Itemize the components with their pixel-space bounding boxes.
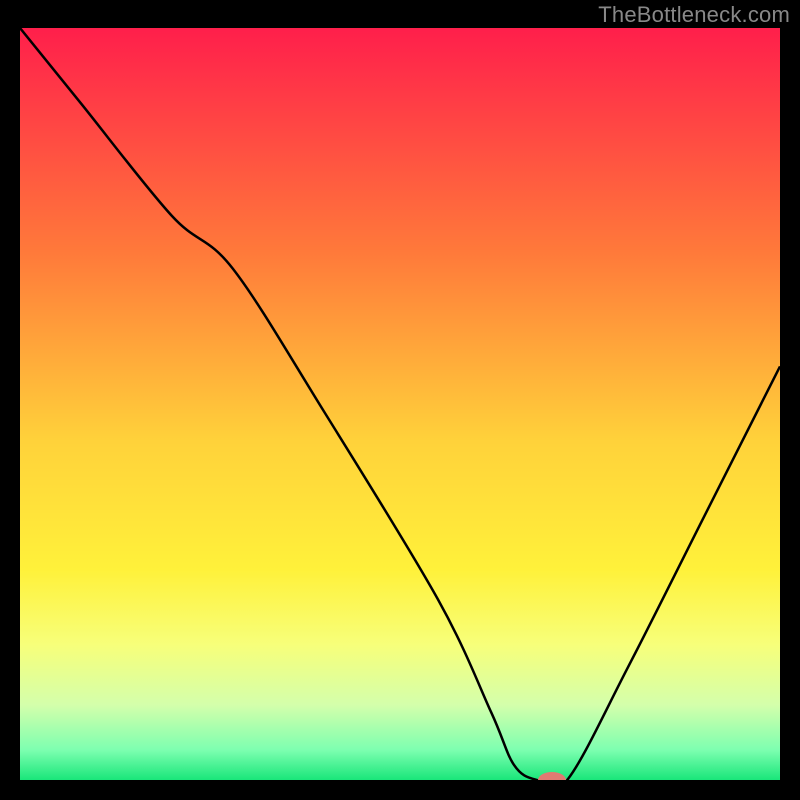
chart-container: TheBottleneck.com bbox=[0, 0, 800, 800]
plot-area bbox=[20, 28, 780, 780]
chart-svg bbox=[20, 28, 780, 780]
attribution-text: TheBottleneck.com bbox=[598, 2, 790, 28]
gradient-background bbox=[20, 28, 780, 780]
